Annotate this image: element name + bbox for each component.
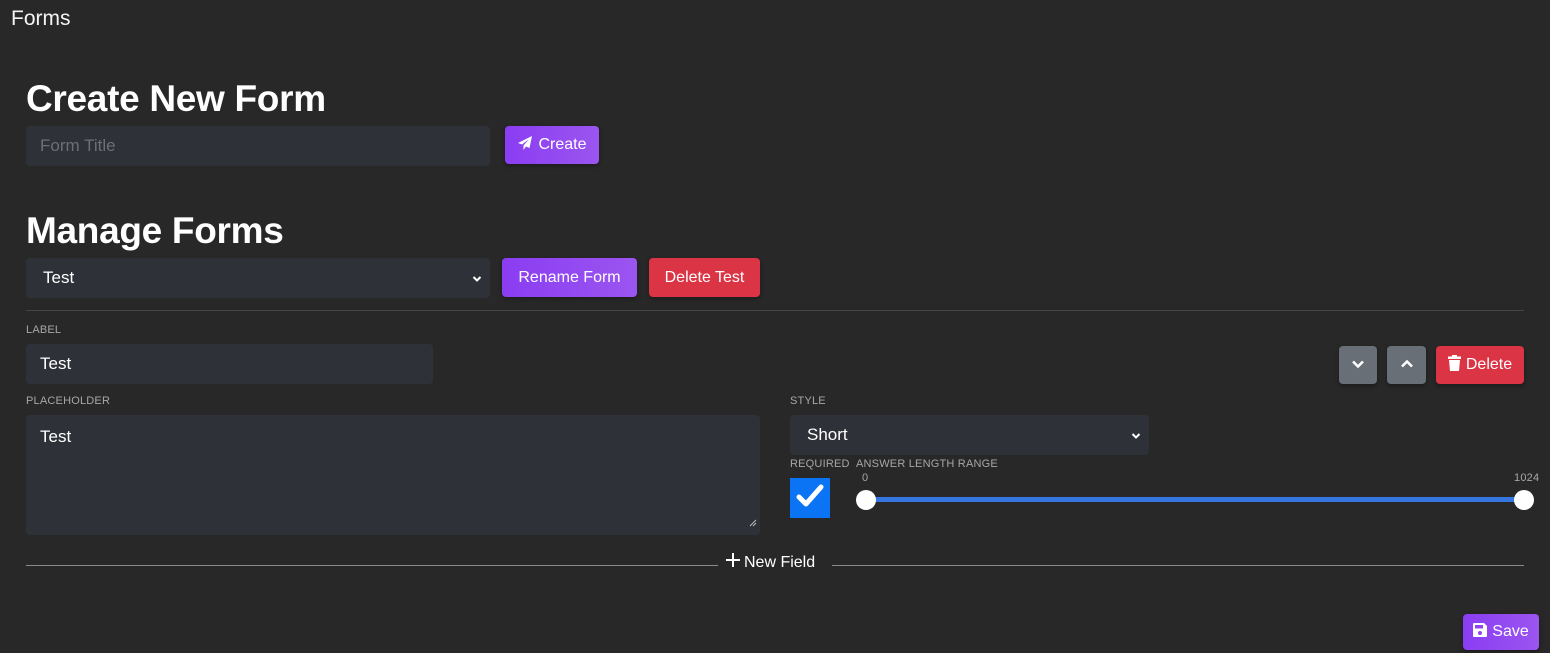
trash-icon bbox=[1447, 354, 1461, 376]
move-down-button[interactable] bbox=[1339, 346, 1377, 384]
plus-icon bbox=[726, 553, 740, 572]
save-label: Save bbox=[1492, 623, 1529, 640]
manage-forms-heading: Manage Forms bbox=[26, 210, 284, 251]
form-select[interactable]: Test bbox=[26, 258, 490, 298]
move-up-button[interactable] bbox=[1387, 346, 1426, 384]
form-title-input[interactable]: Form Title bbox=[26, 126, 490, 166]
style-select[interactable]: Short bbox=[790, 415, 1149, 455]
create-button[interactable]: Create bbox=[505, 126, 599, 164]
app-title: Forms bbox=[11, 7, 71, 30]
label-field-label: LABEL bbox=[26, 324, 62, 336]
save-button[interactable]: Save bbox=[1463, 614, 1539, 650]
create-form-heading: Create New Form bbox=[26, 78, 326, 119]
range-max-handle[interactable] bbox=[1514, 490, 1534, 510]
placeholder-field-label: PLACEHOLDER bbox=[26, 395, 111, 407]
delete-field-button[interactable]: Delete bbox=[1436, 346, 1524, 384]
field-label-value: Test bbox=[40, 354, 72, 373]
style-field-label: STYLE bbox=[790, 395, 826, 407]
required-checkbox[interactable] bbox=[790, 478, 830, 518]
form-select-value: Test bbox=[43, 268, 75, 287]
required-label: REQUIRED bbox=[790, 458, 850, 470]
range-max-label: 1024 bbox=[1514, 472, 1540, 484]
checkmark-icon bbox=[796, 483, 824, 514]
section-divider bbox=[26, 310, 1524, 311]
style-select-value: Short bbox=[807, 425, 848, 444]
field-label-input[interactable]: Test bbox=[26, 344, 433, 384]
chevron-down-icon bbox=[1131, 425, 1141, 445]
create-button-label: Create bbox=[538, 136, 587, 153]
chevron-up-icon bbox=[1400, 356, 1414, 374]
chevron-down-icon bbox=[1351, 356, 1365, 374]
range-min-label: 0 bbox=[862, 472, 869, 484]
resize-handle-icon[interactable] bbox=[749, 512, 757, 532]
paper-plane-icon bbox=[517, 135, 533, 156]
new-field-divider-left bbox=[26, 565, 718, 566]
range-min-handle[interactable] bbox=[856, 490, 876, 510]
range-slider-track[interactable] bbox=[866, 497, 1524, 502]
new-field-button[interactable]: New Field bbox=[726, 553, 815, 572]
answer-length-range-label: ANSWER LENGTH RANGE bbox=[856, 458, 998, 470]
chevron-down-icon bbox=[472, 268, 482, 288]
floppy-disk-icon bbox=[1473, 622, 1488, 642]
delete-form-button[interactable]: Delete Test bbox=[649, 258, 760, 297]
rename-form-button[interactable]: Rename Form bbox=[502, 258, 637, 297]
rename-form-label: Rename Form bbox=[518, 268, 621, 286]
new-field-divider-right bbox=[832, 565, 1524, 566]
form-title-placeholder: Form Title bbox=[40, 136, 116, 155]
delete-form-label: Delete Test bbox=[664, 268, 745, 286]
field-placeholder-textarea[interactable]: Test bbox=[26, 415, 760, 535]
field-placeholder-value: Test bbox=[40, 427, 72, 446]
new-field-label: New Field bbox=[744, 553, 816, 571]
delete-field-label: Delete bbox=[1465, 356, 1513, 373]
